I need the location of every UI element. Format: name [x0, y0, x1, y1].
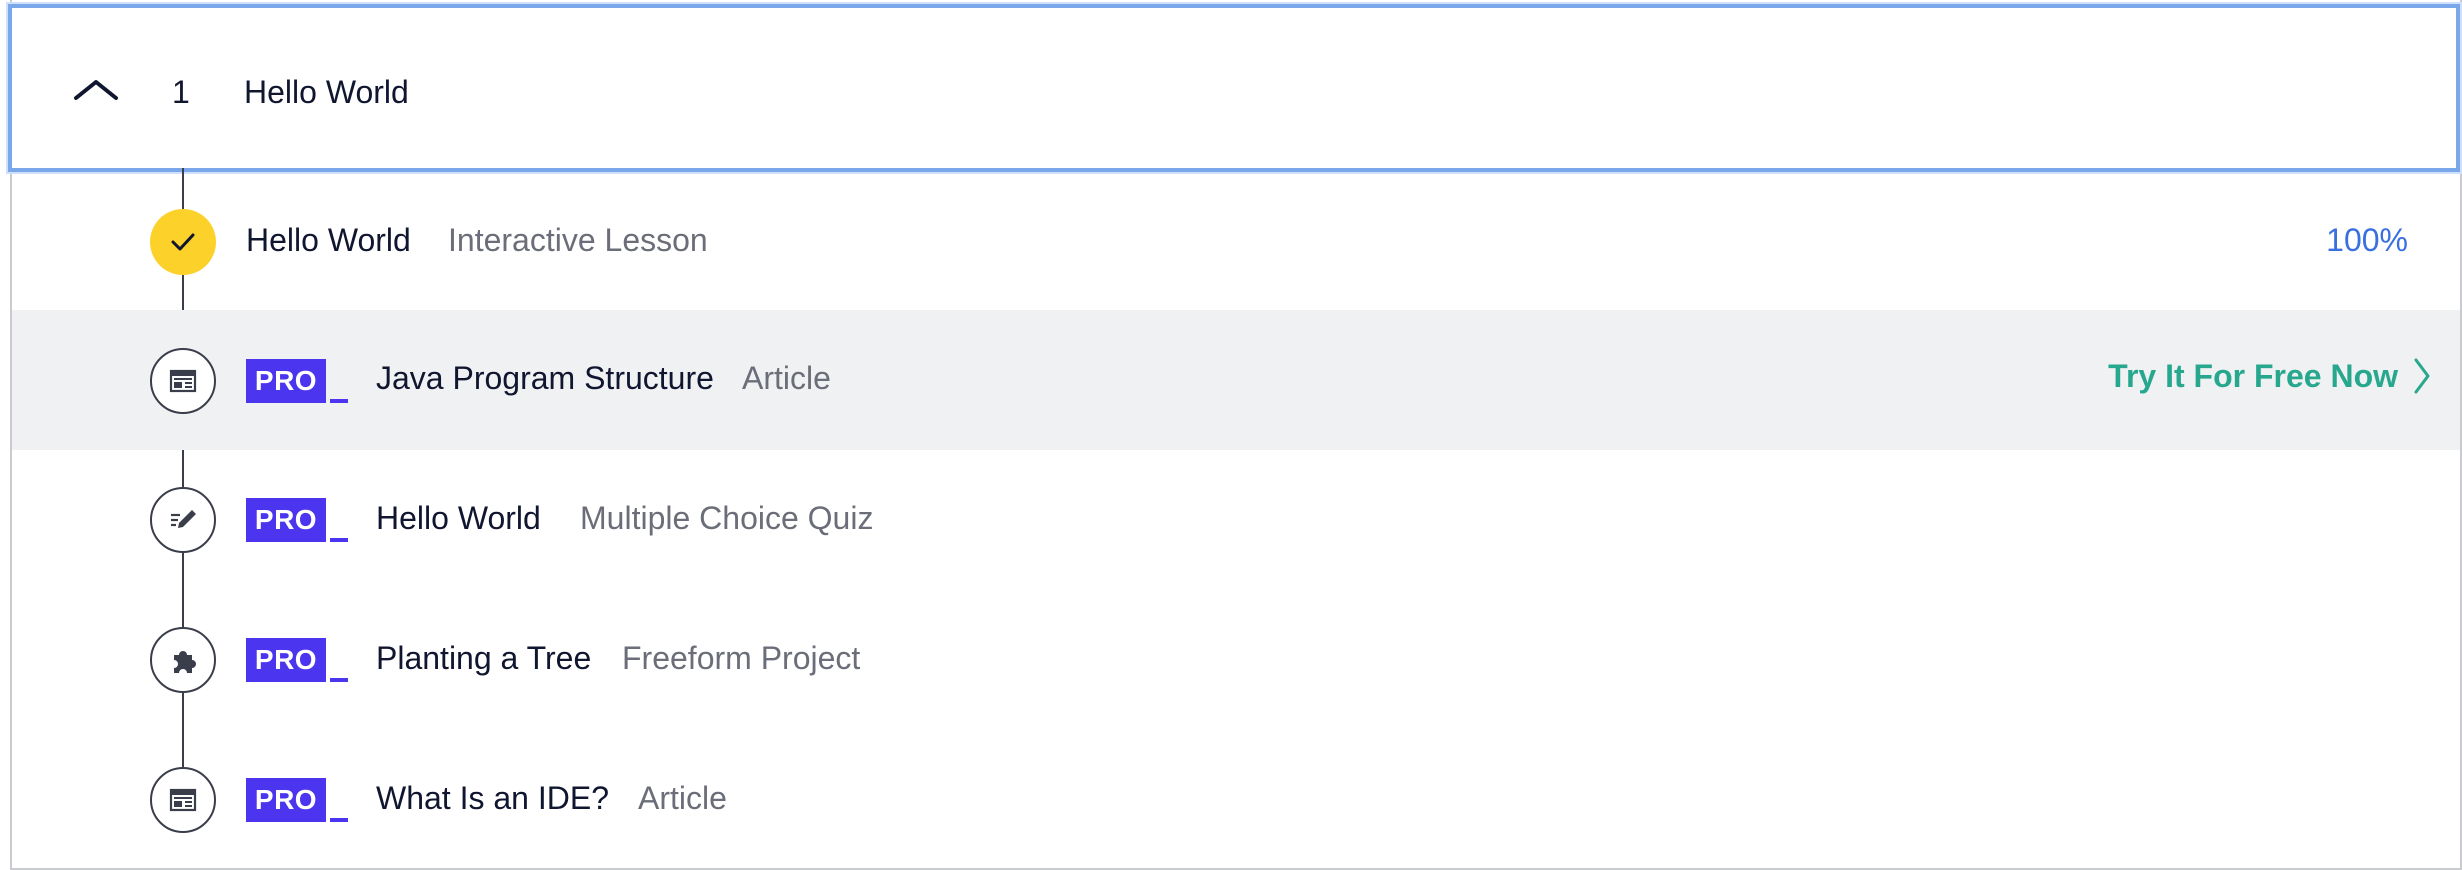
- progress-value: 100%: [2326, 222, 2408, 258]
- item-title: Hello World: [376, 500, 541, 536]
- article-icon: [150, 348, 216, 414]
- pro-underscore: [330, 818, 348, 822]
- puzzle-piece-icon: [150, 627, 216, 693]
- item-type: Article: [742, 360, 831, 396]
- module-number: 1: [172, 74, 190, 110]
- item-type: Multiple Choice Quiz: [580, 500, 874, 536]
- item-title: Java Program Structure: [376, 360, 714, 396]
- list-item[interactable]: PRO Hello World Multiple Choice Quiz: [12, 450, 2460, 590]
- pro-underscore: [330, 399, 348, 403]
- chevron-right-icon: [2412, 356, 2432, 396]
- article-icon: [150, 767, 216, 833]
- item-title: What Is an IDE?: [376, 780, 609, 816]
- try-free-label: Try It For Free Now: [2108, 357, 2398, 394]
- list-item[interactable]: PRO Planting a Tree Freeform Project: [12, 590, 2460, 730]
- list-item[interactable]: PRO Java Program Structure Article Try I…: [12, 310, 2460, 450]
- item-type: Interactive Lesson: [448, 222, 708, 258]
- pro-badge: PRO: [246, 359, 326, 403]
- module-container: 1 Hello World Hello World Interactive Le…: [8, 0, 2462, 870]
- quiz-pencil-icon: [150, 487, 216, 553]
- check-icon: [150, 209, 216, 275]
- module-title: Hello World: [244, 74, 409, 110]
- list-item[interactable]: Hello World Interactive Lesson 100%: [12, 172, 2460, 312]
- module-header[interactable]: 1 Hello World: [8, 4, 2460, 172]
- pro-badge: PRO: [246, 498, 326, 542]
- pro-badge: PRO: [246, 778, 326, 822]
- item-title: Planting a Tree: [376, 640, 592, 676]
- pro-badge: PRO: [246, 638, 326, 682]
- item-title: Hello World: [246, 222, 411, 258]
- try-free-link[interactable]: Try It For Free Now: [2108, 356, 2432, 396]
- item-type: Article: [638, 780, 727, 816]
- pro-underscore: [330, 538, 348, 542]
- item-type: Freeform Project: [622, 640, 861, 676]
- pro-underscore: [330, 678, 348, 682]
- chevron-up-icon[interactable]: [72, 72, 120, 104]
- list-item[interactable]: PRO What Is an IDE? Article: [12, 730, 2460, 870]
